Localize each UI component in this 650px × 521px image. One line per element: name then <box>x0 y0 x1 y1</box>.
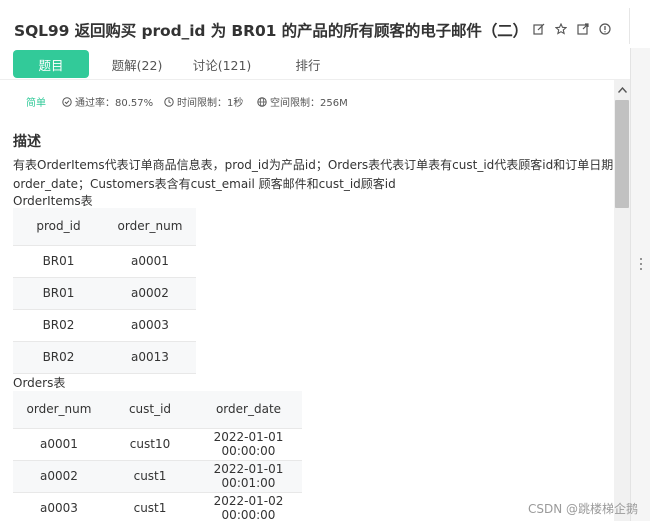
tab-ranking[interactable]: 排行 <box>270 50 346 78</box>
tab-discussion[interactable]: 讨论(121) <box>184 50 260 78</box>
table-cell: 2022-01-02 00:00:00 <box>195 492 302 521</box>
watermark-text: CSDN @跳楼梯企鹅 <box>528 502 639 516</box>
table-cell: BR01 <box>13 277 104 310</box>
tab-problem[interactable]: 题目 <box>13 50 89 78</box>
table-cell: a0001 <box>13 428 105 461</box>
space-limit: 空间限制：256M <box>257 94 348 109</box>
column-header: prod_id <box>13 208 104 246</box>
table-cell: a0002 <box>104 277 196 310</box>
panel-resizer[interactable] <box>630 48 650 521</box>
description-line-2: order_date；Customers表含有cust_email 顾客邮件和c… <box>13 177 396 191</box>
info-icon[interactable] <box>598 22 612 36</box>
table-cell: cust10 <box>105 428 195 461</box>
pass-rate: 通过率：80.57% <box>62 94 153 109</box>
external-link-icon[interactable] <box>576 22 590 36</box>
table-cell: a0002 <box>13 460 105 493</box>
problem-meta: 简单 通过率：80.57% 时间限制：1秒 空间限制：256M <box>0 88 614 112</box>
table-cell: cust1 <box>105 460 195 493</box>
scroll-up-arrow-icon[interactable] <box>614 84 630 96</box>
column-header: order_num <box>104 208 196 246</box>
table-cell: BR02 <box>13 341 104 374</box>
table-cell: BR01 <box>13 245 104 278</box>
orderitems-label: OrderItems表 <box>13 194 93 208</box>
problem-header: SQL99 返回购买 prod_id 为 BR01 的产品的所有顾客的电子邮件（… <box>0 0 650 48</box>
table-cell: a0003 <box>104 309 196 342</box>
column-header: order_num <box>13 391 105 429</box>
description-line-1: 有表OrderItems代表订单商品信息表，prod_id为产品id；Order… <box>13 158 614 172</box>
section-title-description: 描述 <box>13 134 41 150</box>
table-cell: a0001 <box>104 245 196 278</box>
table-cell: a0003 <box>13 492 105 521</box>
table-row: BR01 a0001 <box>13 245 196 278</box>
orders-table: order_num cust_id order_date a0001 cust1… <box>13 391 302 521</box>
star-icon[interactable] <box>554 22 568 36</box>
table-row: BR02 a0003 <box>13 309 196 342</box>
globe-icon <box>257 96 267 107</box>
column-header: cust_id <box>105 391 195 429</box>
clock-icon <box>164 96 174 107</box>
table-cell: 2022-01-01 00:00:00 <box>195 428 302 461</box>
problem-content: 描述 有表OrderItems代表订单商品信息表，prod_id为产品id；Or… <box>0 112 614 521</box>
scrollbar-thumb[interactable] <box>615 100 629 208</box>
tab-solutions[interactable]: 题解(22) <box>99 50 175 78</box>
drag-handle-icon[interactable] <box>639 258 642 270</box>
table-cell: 2022-01-01 00:01:00 <box>195 460 302 493</box>
header-divider <box>629 8 630 44</box>
table-cell: BR02 <box>13 309 104 342</box>
time-limit: 时间限制：1秒 <box>164 94 243 109</box>
content-scrollbar[interactable] <box>614 80 630 521</box>
difficulty-badge: 简单 <box>26 98 46 109</box>
problem-title: SQL99 返回购买 prod_id 为 BR01 的产品的所有顾客的电子邮件（… <box>14 22 529 40</box>
orders-label: Orders表 <box>13 376 66 390</box>
table-row: BR01 a0002 <box>13 277 196 310</box>
orderitems-table: prod_id order_num BR01 a0001 BR01 a0002 … <box>13 208 196 374</box>
table-header-row: order_num cust_id order_date <box>13 391 302 429</box>
table-header-row: prod_id order_num <box>13 208 196 246</box>
table-row: a0003 cust1 2022-01-02 00:00:00 <box>13 492 302 521</box>
tab-bar: 题目 题解(22) 讨论(121) 排行 <box>0 48 650 80</box>
table-cell: a0013 <box>104 341 196 374</box>
table-cell: cust1 <box>105 492 195 521</box>
table-row: BR02 a0013 <box>13 341 196 374</box>
column-header: order_date <box>195 391 302 429</box>
table-row: a0002 cust1 2022-01-01 00:01:00 <box>13 460 302 493</box>
edit-icon[interactable] <box>532 22 546 36</box>
table-row: a0001 cust10 2022-01-01 00:00:00 <box>13 428 302 461</box>
check-circle-icon <box>62 96 72 107</box>
